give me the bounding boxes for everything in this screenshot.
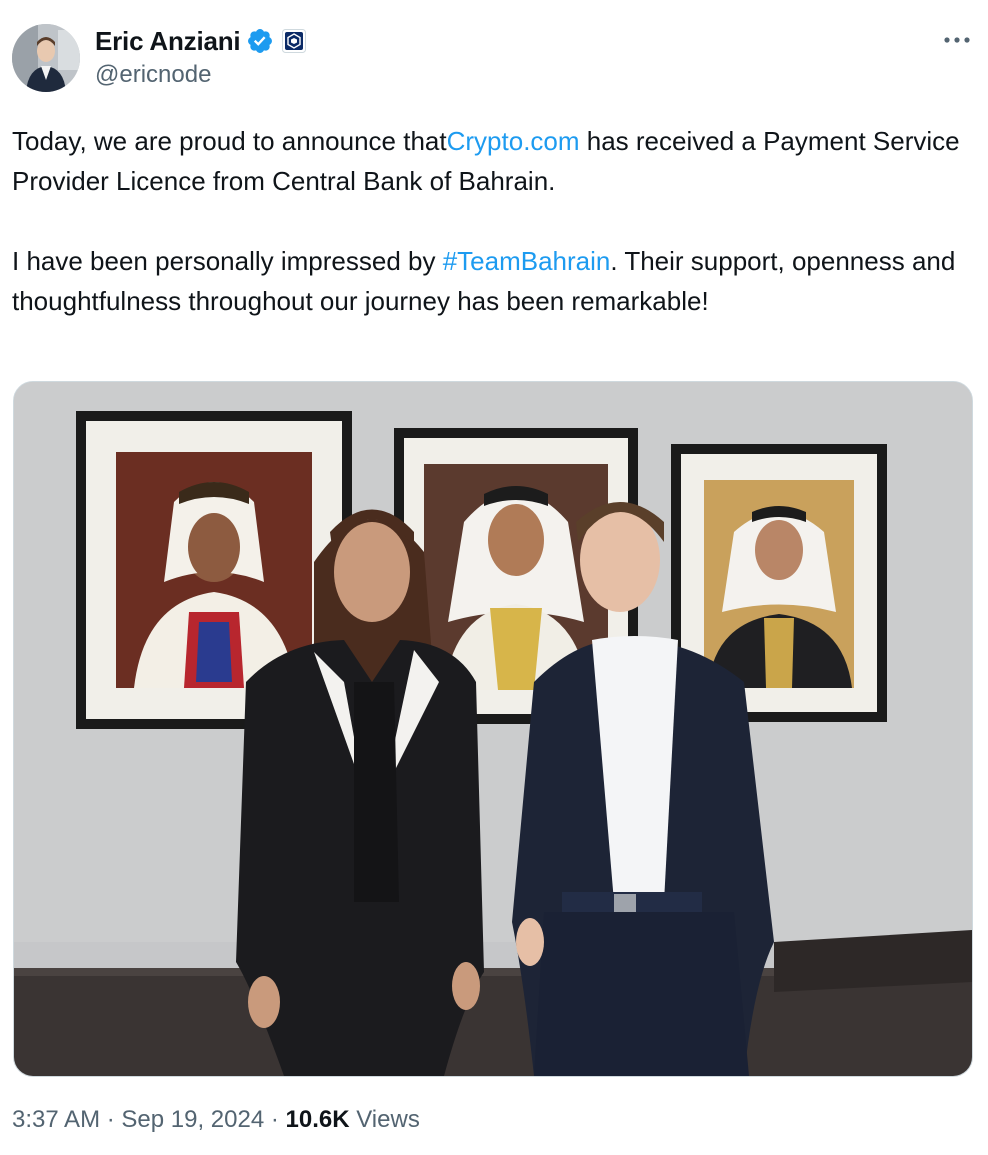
crypto-com-link[interactable]: Crypto.com (447, 126, 580, 156)
crypto-com-affiliate-icon[interactable] (282, 29, 307, 53)
tweet-card: Eric Anziani @ericnode Today, we are pro… (0, 0, 988, 1155)
tweet-photo[interactable] (13, 381, 973, 1077)
author-display-name[interactable]: Eric Anziani (95, 26, 241, 57)
views-label: Views (349, 1106, 420, 1133)
meta-separator: · (100, 1106, 122, 1133)
hashtag-link[interactable]: #TeamBahrain (443, 246, 611, 276)
tweet-time[interactable]: 3:37 AM (12, 1106, 100, 1134)
tweet-paragraph-2: I have been personally impressed by #Tea… (12, 241, 972, 321)
verified-badge-icon[interactable] (246, 27, 274, 55)
tweet-text-segment: Today, we are proud to announce that (12, 126, 447, 156)
tweet-meta: 3:37 AM · Sep 19, 2024 · 10.6K Views (12, 1106, 420, 1134)
meta-separator: · (264, 1106, 286, 1133)
tweet-paragraph-1: Today, we are proud to announce thatCryp… (12, 121, 972, 201)
author-handle[interactable]: @ericnode (95, 61, 211, 89)
author-name-row: Eric Anziani (95, 26, 307, 57)
tweet-text: Today, we are proud to announce thatCryp… (12, 121, 972, 321)
avatar[interactable] (12, 24, 80, 92)
photo-illustration (14, 382, 972, 1076)
tweet-date[interactable]: Sep 19, 2024 (121, 1106, 264, 1134)
more-options-icon[interactable] (942, 30, 972, 50)
views-count[interactable]: 10.6K (286, 1106, 350, 1134)
profile-photo (12, 24, 80, 92)
tweet-text-segment: I have been personally impressed by (12, 246, 443, 276)
